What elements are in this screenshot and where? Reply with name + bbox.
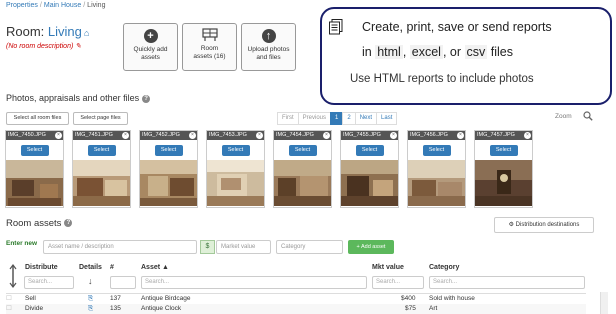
close-icon[interactable]: × xyxy=(524,132,531,139)
row-checkbox[interactable]: ☐ xyxy=(6,294,12,304)
arrow-down-icon[interactable]: ↓ xyxy=(88,276,93,286)
pager-last[interactable]: Last xyxy=(376,112,398,125)
pagination: First Previous 1 2 Next Last xyxy=(277,112,398,125)
room-label: Room: xyxy=(6,24,45,39)
photo-card[interactable]: IMG_7454.JPG × Select xyxy=(273,130,332,208)
room-name[interactable]: Living xyxy=(48,24,82,39)
value-search-input[interactable]: Search... xyxy=(372,276,424,289)
market-value-input[interactable]: Market value xyxy=(216,240,271,254)
select-all-room-files-button[interactable]: Select all room files xyxy=(6,112,69,125)
number-search-input[interactable] xyxy=(110,276,136,289)
close-icon[interactable]: × xyxy=(323,132,330,139)
category-input[interactable]: Category xyxy=(276,240,343,254)
breadcrumb-current: Living xyxy=(87,2,106,9)
select-button[interactable]: Select xyxy=(221,145,250,156)
callout-line-1: Create, print, save or send reports xyxy=(362,20,552,34)
room-assets-button[interactable]: Room assets (16) xyxy=(182,23,237,71)
col-mkt-value[interactable]: Mkt value xyxy=(372,264,404,271)
dollar-addon: $ xyxy=(200,240,215,254)
close-icon[interactable]: × xyxy=(390,132,397,139)
photo-card[interactable]: IMG_7451.JPG × Select xyxy=(72,130,131,208)
photo-thumbnail xyxy=(6,160,63,206)
photo-card[interactable]: IMG_7456.JPG × Select xyxy=(407,130,466,208)
reports-callout: Create, print, save or send reports in h… xyxy=(320,7,612,105)
photo-thumbnail xyxy=(274,160,331,206)
photo-card[interactable]: IMG_7452.JPG × Select xyxy=(139,130,198,208)
col-distribute[interactable]: Distribute xyxy=(25,264,58,271)
photo-thumbnail xyxy=(341,160,398,206)
room-assets-title: Room assets? xyxy=(6,218,73,229)
select-button[interactable]: Select xyxy=(288,145,317,156)
select-button[interactable]: Select xyxy=(489,145,518,156)
attachment-icon[interactable]: ⎘ xyxy=(88,304,93,314)
document-icon xyxy=(329,19,343,35)
help-icon[interactable]: ? xyxy=(142,94,151,103)
category-search-input[interactable]: Search... xyxy=(429,276,585,289)
photo-thumbnail xyxy=(140,160,197,206)
close-icon[interactable]: × xyxy=(55,132,62,139)
col-asset[interactable]: Asset ▲ xyxy=(141,264,169,271)
quick-add-assets-button[interactable]: + Quickly add assets xyxy=(123,23,178,71)
search-zoom-icon[interactable] xyxy=(583,111,593,121)
pager-page-1[interactable]: 1 xyxy=(330,112,344,125)
col-details[interactable]: Details xyxy=(79,264,102,271)
breadcrumb: Properties / Main House / Living xyxy=(6,2,106,9)
photo-gallery: IMG_7450.JPG × Select IMG_7451.JPG × Selec… xyxy=(5,130,533,208)
select-button[interactable]: Select xyxy=(87,145,116,156)
photo-thumbnail xyxy=(207,160,264,206)
close-icon[interactable]: × xyxy=(189,132,196,139)
breadcrumb-properties[interactable]: Properties xyxy=(6,2,38,9)
photo-thumbnail xyxy=(408,160,465,206)
table-row[interactable]: ☐ Divide ⎘ 135 Antique Clock $75 Art xyxy=(6,304,586,314)
enter-new-label: Enter new xyxy=(6,240,38,247)
plus-icon: + xyxy=(143,29,158,43)
photo-card[interactable]: IMG_7450.JPG × Select xyxy=(5,130,64,208)
pager-previous[interactable]: Previous xyxy=(297,112,332,125)
select-button[interactable]: Select xyxy=(355,145,384,156)
help-icon[interactable]: ? xyxy=(64,219,73,228)
home-edit-icon[interactable]: ⌂ xyxy=(84,28,89,38)
attachment-icon[interactable]: ⎘ xyxy=(88,294,93,304)
select-button[interactable]: Select xyxy=(154,145,183,156)
upload-photos-button[interactable]: ↑ Upload photos and files xyxy=(241,23,296,71)
photo-thumbnail xyxy=(475,160,532,206)
room-description[interactable]: (No room description) ✎ xyxy=(6,42,81,50)
zoom-label: Zoom xyxy=(555,113,572,120)
col-category[interactable]: Category xyxy=(429,264,459,271)
select-button[interactable]: Select xyxy=(20,145,49,156)
close-icon[interactable]: × xyxy=(122,132,129,139)
photo-thumbnail xyxy=(73,160,130,206)
photo-card[interactable]: IMG_7457.JPG × Select xyxy=(474,130,533,208)
add-asset-button[interactable]: + Add asset xyxy=(348,240,394,254)
col-number[interactable]: # xyxy=(110,264,114,271)
row-checkbox[interactable]: ☐ xyxy=(6,304,12,314)
table-scrollbar[interactable] xyxy=(600,292,608,314)
breadcrumb-main-house[interactable]: Main House xyxy=(44,2,81,9)
distribute-search-input[interactable]: Search... xyxy=(24,276,74,289)
callout-line-3: Use HTML reports to include photos xyxy=(350,73,534,85)
select-page-files-button[interactable]: Select page files xyxy=(73,112,128,125)
table-row[interactable]: ☐ Sell ⎘ 137 Antique Birdcage $400 Sold … xyxy=(6,293,586,303)
pager-next[interactable]: Next xyxy=(354,112,378,125)
sort-arrows-icon[interactable] xyxy=(8,264,18,288)
distribution-destinations-button[interactable]: ⚙ Distribution destinations xyxy=(494,217,594,233)
close-icon[interactable]: × xyxy=(457,132,464,139)
photos-section-title: Photos, appraisals and other files? xyxy=(6,93,151,103)
close-icon[interactable]: × xyxy=(256,132,263,139)
asset-search-input[interactable]: Search... xyxy=(141,276,367,289)
callout-line-2: in html, excel, or csv files xyxy=(362,45,513,59)
select-button[interactable]: Select xyxy=(422,145,451,156)
pager-first[interactable]: First xyxy=(277,112,299,125)
photo-card[interactable]: IMG_7453.JPG × Select xyxy=(206,130,265,208)
room-title: Room: Living ⌂ xyxy=(6,24,89,39)
pager-page-2[interactable]: 2 xyxy=(342,112,356,125)
table-icon xyxy=(201,28,218,41)
photo-card[interactable]: IMG_7455.JPG × Select xyxy=(340,130,399,208)
upload-icon: ↑ xyxy=(261,29,276,43)
asset-name-input[interactable]: Asset name / description xyxy=(43,240,197,254)
